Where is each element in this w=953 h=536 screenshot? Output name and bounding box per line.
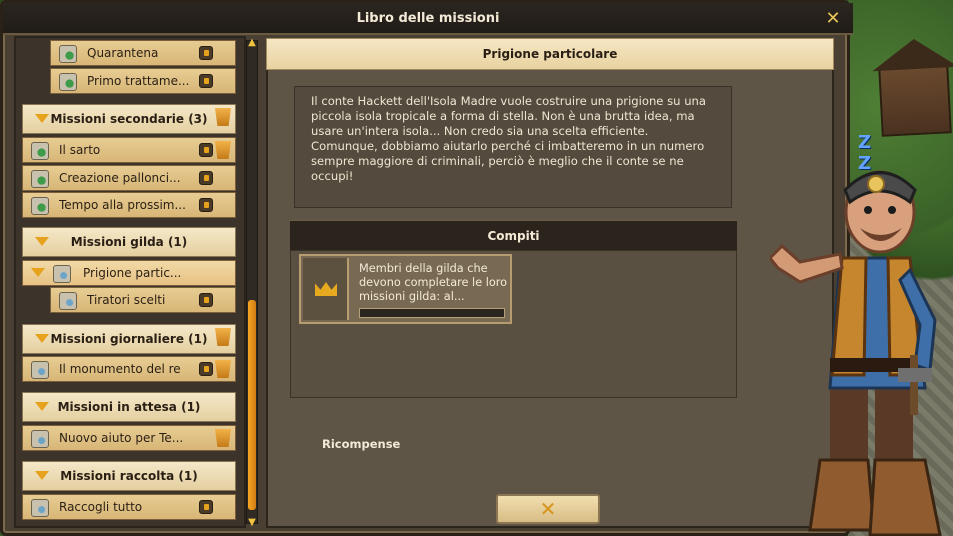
section-header-waiting[interactable]: Missioni in attesa (1) [22,392,236,422]
building-graphic [878,63,952,137]
bucket-icon [215,360,231,378]
close-button[interactable]: ✕ [496,494,600,524]
scroll-up-arrow-icon[interactable]: ▲ [246,36,258,50]
coin-icon [199,171,213,185]
scroll-icon [59,45,77,63]
scroll-icon [31,361,49,379]
list-item-selected[interactable]: Prigione partic... [22,260,236,286]
task-text: Membri della gilda che devono completare… [359,262,508,303]
game-screen: { "window": { "title": "Libro delle miss… [0,0,953,536]
coin-icon [199,46,213,60]
scroll-icon [31,499,49,517]
task-icon-frame [303,258,349,320]
window-titlebar: Libro delle missioni ✕ [3,3,853,35]
section-header-secondary[interactable]: Missioni secondarie (3) [22,104,236,134]
coin-icon [199,143,213,157]
list-item[interactable]: Nuovo aiuto per Te... [22,425,236,451]
bucket-icon [215,328,231,346]
coin-icon [199,74,213,88]
scroll-icon [59,292,77,310]
coin-icon [199,362,213,376]
section-header-daily[interactable]: Missioni giornaliere (1) [22,324,236,354]
scroll-icon [31,197,49,215]
coin-icon [199,293,213,307]
close-icon[interactable]: ✕ [823,9,843,29]
section-header-collection[interactable]: Missioni raccolta (1) [22,461,236,491]
list-item[interactable]: Quarantena [50,40,236,66]
bucket-icon [215,141,231,159]
chevron-down-icon [31,268,45,277]
rewards-heading: Ricompense [322,437,401,451]
scrollbar-thumb[interactable] [248,300,256,510]
window-title: Libro delle missioni [356,11,500,26]
scroll-icon [53,265,71,283]
scroll-icon [59,73,77,91]
crown-icon [315,282,337,296]
scroll-icon [31,170,49,188]
coin-icon [199,500,213,514]
list-item[interactable]: Tiratori scelti [50,287,236,313]
section-header-guild[interactable]: Missioni gilda (1) [22,227,236,257]
list-item[interactable]: Il sarto [22,137,236,163]
bucket-icon [215,429,231,447]
coin-icon [199,198,213,212]
list-item[interactable]: Primo trattame... [50,68,236,94]
task-card[interactable]: Membri della gilda che devono completare… [299,254,512,324]
task-progress-bar [359,308,505,318]
scroll-icon [31,430,49,448]
tasks-heading: Compiti [290,220,737,250]
list-item[interactable]: Raccogli tutto [22,494,236,520]
character-illustration [770,170,942,536]
quest-title: Prigione particolare [266,38,834,70]
bucket-icon [215,108,231,126]
scroll-icon [31,142,49,160]
quest-description: Il conte Hackett dell'Isola Madre vuole … [294,86,732,208]
list-item[interactable]: Tempo alla prossim... [22,192,236,218]
list-item[interactable]: Il monumento del re [22,356,236,382]
scroll-down-arrow-icon[interactable]: ▼ [246,516,258,530]
list-item[interactable]: Creazione pallonci... [22,165,236,191]
